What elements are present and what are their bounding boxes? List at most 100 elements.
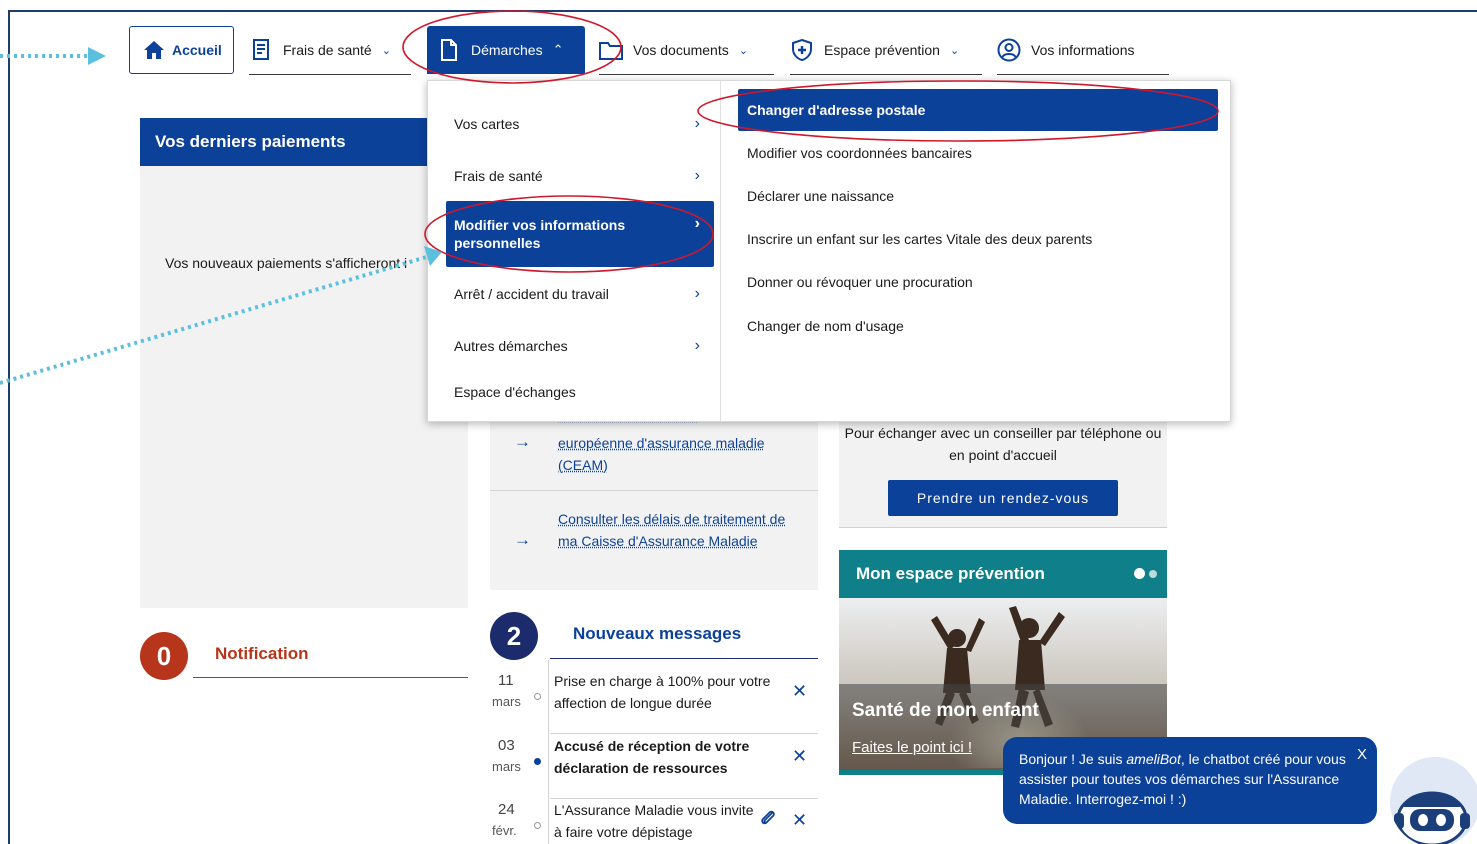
dropdown-item-arret-travail[interactable]: Arrêt / accident du travail › <box>446 275 714 313</box>
payments-title: Vos derniers paiements <box>140 118 468 166</box>
chatbot-avatar[interactable] <box>1390 757 1477 844</box>
links-divider <box>490 490 818 491</box>
dropdown-link-changer-adresse[interactable]: Changer d'adresse postale <box>738 89 1218 131</box>
arrow-right-icon: → <box>514 432 531 451</box>
dropdown-item-vos-cartes[interactable]: Vos cartes › <box>446 105 714 143</box>
message-day: 24 <box>498 801 515 818</box>
robot-icon <box>1390 757 1477 844</box>
nav-demarches[interactable]: Démarches ⌃ <box>427 26 585 74</box>
nav-accueil[interactable]: Accueil <box>129 26 234 74</box>
dropdown-link-procuration[interactable]: Donner ou révoquer une procuration <box>738 272 973 292</box>
link-ceam[interactable]: européenne d'assurance maladie (CEAM) <box>558 432 798 476</box>
nav-accueil-label: Accueil <box>172 42 222 58</box>
home-icon <box>142 38 166 62</box>
chatbot-close-button[interactable]: X <box>1357 745 1367 765</box>
chevron-right-icon: › <box>694 285 700 302</box>
carousel-dot[interactable] <box>1149 570 1157 578</box>
message-day: 11 <box>498 672 514 689</box>
messages-divider <box>550 658 818 659</box>
document-icon <box>437 38 461 62</box>
message-text[interactable]: L'Assurance Maladie vous invite à faire … <box>554 799 754 843</box>
link-row-ceam[interactable]: → européenne d'assurance maladie (CEAM) <box>490 432 818 488</box>
payments-card: Vos derniers paiements Vos nouveaux paie… <box>140 118 468 608</box>
chatbot-intro: Bonjour ! Je suis <box>1019 751 1127 767</box>
shield-plus-icon <box>790 38 814 62</box>
chevron-right-icon: › <box>694 115 700 132</box>
message-text[interactable]: Prise en charge à 100% pour votre affect… <box>554 670 790 714</box>
chevron-right-icon: › <box>694 167 700 184</box>
nav-vos-documents[interactable]: Vos documents ⌄ <box>599 26 774 75</box>
message-day: 03 <box>498 737 515 754</box>
messages-count: 2 <box>490 612 538 660</box>
dropdown-link-coordonnees-bancaires[interactable]: Modifier vos coordonnées bancaires <box>738 143 972 163</box>
chevron-down-icon: ⌄ <box>381 44 391 57</box>
message-month: mars <box>492 759 521 774</box>
message-item[interactable]: 24 févr. L'Assurance Maladie vous invite… <box>490 799 818 844</box>
dropdown-link-declarer-naissance[interactable]: Déclarer une naissance <box>738 186 894 206</box>
carousel-dot-active[interactable] <box>1134 568 1145 579</box>
nav-documents-label: Vos documents <box>633 42 729 58</box>
user-circle-icon <box>997 38 1021 62</box>
chevron-down-icon: ⌄ <box>738 44 748 57</box>
arrow-right-icon: → <box>514 530 531 549</box>
read-status-dot <box>534 693 541 700</box>
nav-demarches-label: Démarches <box>471 42 543 58</box>
prevention-title-text: Mon espace prévention <box>856 564 1045 583</box>
message-divider <box>550 733 818 734</box>
nav-frais-de-sante[interactable]: Frais de santé ⌄ <box>249 26 411 75</box>
paperclip-icon <box>760 809 776 832</box>
close-icon[interactable]: ✕ <box>792 810 807 831</box>
dropdown-link-inscrire-enfant[interactable]: Inscrire un enfant sur les cartes Vitale… <box>738 229 1092 249</box>
dropdown-item-autres-demarches[interactable]: Autres démarches › <box>446 327 714 365</box>
notification-count: 0 <box>140 632 188 680</box>
prevention-card-title: Santé de mon enfant <box>852 700 1039 721</box>
chevron-up-icon: ⌃ <box>552 42 564 57</box>
message-item[interactable]: 11 mars Prise en charge à 100% pour votr… <box>490 670 818 734</box>
chevron-down-icon: ⌄ <box>949 44 960 57</box>
carousel-dots[interactable] <box>1134 568 1157 579</box>
dropdown-item-label: Autres démarches <box>454 338 568 354</box>
dropdown-item-frais-de-sante[interactable]: Frais de santé › <box>446 157 714 195</box>
message-item[interactable]: 03 mars Accusé de réception de votre déc… <box>490 735 818 799</box>
chevron-right-icon: › <box>694 337 700 354</box>
dropdown-item-modifier-infos[interactable]: Modifier vos informations personnelles › <box>446 201 714 267</box>
link-row-delais[interactable]: → Consulter les délais de traitement de … <box>490 508 818 578</box>
message-month: mars <box>492 694 521 709</box>
appointment-box: Pour échanger avec un conseiller par tél… <box>839 420 1167 528</box>
payments-empty-text: Vos nouveaux paiements s'afficheront i <box>165 255 408 271</box>
message-month: févr. <box>492 823 517 838</box>
folder-icon <box>599 38 623 62</box>
read-status-dot <box>534 822 541 829</box>
nav-prevention-label: Espace prévention <box>824 42 940 58</box>
chevron-right-icon: › <box>694 215 700 232</box>
dropdown-link-nom-usage[interactable]: Changer de nom d'usage <box>738 316 904 336</box>
notification-divider <box>193 677 468 678</box>
receipt-icon <box>249 38 273 62</box>
dropdown-item-label: Vos cartes <box>454 116 520 132</box>
frame-left-border <box>8 12 10 844</box>
dropdown-item-label: Arrêt / accident du travail <box>454 286 609 302</box>
nav-frais-label: Frais de santé <box>283 42 372 58</box>
chatbot-name: ameliBot <box>1126 751 1181 767</box>
nav-vos-informations[interactable]: Vos informations <box>997 26 1169 75</box>
appointment-button[interactable]: Prendre un rendez-vous <box>888 480 1118 516</box>
notification-label[interactable]: Notification <box>215 644 309 664</box>
demarches-dropdown: Vos cartes › Frais de santé › Modifier v… <box>427 80 1231 422</box>
appointment-text: Pour échanger avec un conseiller par tél… <box>844 425 1162 463</box>
unread-status-dot <box>534 758 541 765</box>
dropdown-item-label: Espace d'échanges <box>454 384 576 400</box>
close-icon[interactable]: ✕ <box>792 746 807 767</box>
chatbot-bubble[interactable]: Bonjour ! Je suis ameliBot, le chatbot c… <box>1003 737 1377 824</box>
message-text[interactable]: Accusé de réception de votre déclaration… <box>554 735 790 779</box>
close-icon[interactable]: ✕ <box>792 681 807 702</box>
messages-title[interactable]: Nouveaux messages <box>573 624 741 644</box>
demarches-links-box: Commander une carte → européenne d'assur… <box>490 408 818 590</box>
prevention-card-link[interactable]: Faites le point ici ! <box>852 739 972 756</box>
dropdown-item-label: Frais de santé <box>454 168 543 184</box>
link-delais-traitement[interactable]: Consulter les délais de traitement de ma… <box>558 508 798 552</box>
nav-espace-prevention[interactable]: Espace prévention ⌄ <box>790 26 982 75</box>
dropdown-item-espace-echanges[interactable]: Espace d'échanges <box>446 373 714 411</box>
dropdown-item-label: Modifier vos informations personnelles <box>454 217 626 251</box>
dropdown-categories: Vos cartes › Frais de santé › Modifier v… <box>428 81 720 421</box>
frame-top-border <box>8 10 1477 12</box>
